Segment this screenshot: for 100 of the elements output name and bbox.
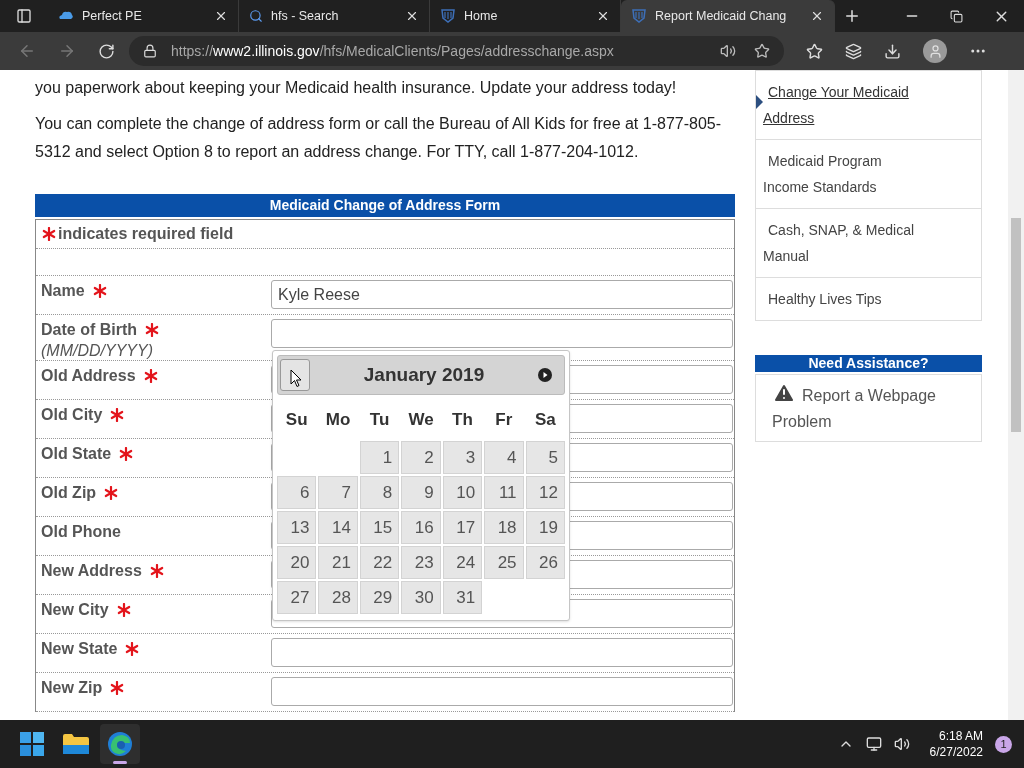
field-label: Old Address [41,366,136,386]
lock-icon [143,44,157,58]
day-cell[interactable]: 14 [318,511,358,544]
restore-icon[interactable] [950,9,963,23]
address-field[interactable]: https://www2.illinois.gov/hfs/MedicalClients/Pages/addresschange.aspx [129,36,784,66]
add-favorite-icon[interactable] [754,43,770,59]
day-cell[interactable]: 30 [401,581,441,614]
downloads-icon[interactable] [884,42,901,60]
clock-time[interactable]: 6:18 AM [938,728,983,744]
field-label: Date of Birth [41,320,137,340]
day-cell[interactable]: 15 [359,511,400,544]
collections-icon[interactable] [845,42,862,60]
day-cell[interactable]: 20 [277,546,317,579]
day-cell[interactable]: 21 [318,546,358,579]
field-label: New Zip [41,678,103,698]
taskbar-app[interactable] [100,724,140,764]
field-label: Old State [41,444,112,464]
day-cell[interactable]: 26 [525,546,565,579]
close-tab-icon[interactable] [596,9,610,23]
required-icon [42,227,56,241]
person-icon [927,43,943,59]
day-cell[interactable]: 2 [401,441,441,474]
day-cell[interactable]: 25 [484,546,524,579]
tab-actions-icon[interactable] [16,8,32,24]
sidebar-link[interactable]: Medicaid Program Income Standards [763,148,931,200]
sidebar-link[interactable]: Cash, SNAP, & Medical Manual [763,217,931,269]
edge-logo-icon [107,731,133,757]
day-cell[interactable]: 23 [401,546,441,579]
volume-icon[interactable] [893,736,910,752]
body-paragraph: you paperwork about keeping your Medicaid health insurance. Update your address today! [35,78,678,98]
day-cell[interactable]: 6 [277,476,317,509]
day-cell[interactable]: 10 [442,476,483,509]
day-cell[interactable]: 29 [359,581,400,614]
field-label: Old Zip [41,483,97,503]
read-aloud-icon[interactable] [720,43,736,59]
day-cell[interactable]: 17 [442,511,483,544]
text-field[interactable] [271,319,733,348]
sidebar-link[interactable]: Change Your Medicaid Address [763,79,931,131]
close-tab-icon[interactable] [810,9,824,23]
day-cell[interactable]: 5 [525,441,565,474]
profile-avatar[interactable] [923,39,947,63]
assistance-header: Need Assistance? [755,355,982,372]
windows-logo-icon [20,732,44,756]
folder-icon [63,733,89,755]
close-tab-icon[interactable] [405,9,419,23]
day-cell[interactable]: 24 [442,546,483,579]
text-field[interactable]: Kyle Reese [271,280,733,309]
weekday-label: Sa [533,409,557,431]
network-icon[interactable] [865,736,882,752]
day-cell[interactable]: 19 [525,511,565,544]
field-label: New Address [41,561,142,581]
tab-title: hfs - Search [271,7,340,25]
back-icon[interactable] [18,42,36,60]
field-label: Name [41,281,85,301]
day-cell[interactable]: 9 [401,476,441,509]
clock-date[interactable]: 6/27/2022 [929,744,983,760]
next-month-icon[interactable] [538,368,552,382]
new-tab-icon[interactable] [843,7,861,25]
forward-icon[interactable] [58,42,76,60]
close-tab-icon[interactable] [214,9,228,23]
weekday-label: Tu [368,409,391,431]
tab-title: Report Medicaid Chang [655,7,788,25]
body-paragraph: You can complete the change of address form or call the Bureau of All Kids for free at 1-877-805-5312 and select Option 8 to report an address change. For TTY, call 1-877-204-1012. [35,114,723,162]
field-label: New City [41,600,109,620]
day-cell[interactable]: 1 [359,441,400,474]
notification-badge[interactable]: 1 [995,735,1012,753]
day-cell[interactable]: 12 [525,476,565,509]
field-label: Old City [41,405,103,425]
required-note: indicates required field [58,224,234,244]
tab-title: Home [464,7,499,25]
day-cell[interactable]: 18 [484,511,524,544]
refresh-icon[interactable] [98,42,115,60]
day-cell[interactable]: 28 [318,581,358,614]
day-cell[interactable]: 13 [277,511,317,544]
day-cell[interactable]: 3 [442,441,483,474]
field-hint: (MM/DD/YYYY) [41,342,154,360]
weekday-label: Mo [324,409,352,431]
seal-icon [440,8,456,24]
day-cell[interactable]: 8 [359,476,400,509]
sidebar-link[interactable]: Healthy Lives Tips [763,286,931,312]
seal-icon [631,8,647,24]
day-cell[interactable]: 11 [484,476,524,509]
favorites-icon[interactable] [806,42,823,60]
text-field[interactable] [271,677,733,706]
day-cell[interactable]: 22 [359,546,400,579]
field-label: Old Phone [41,522,121,542]
form-header: Medicaid Change of Address Form [35,194,735,217]
day-cell[interactable]: 27 [277,581,317,614]
text-field[interactable] [271,638,733,667]
day-cell[interactable]: 7 [318,476,358,509]
weekday-label: Th [451,409,474,431]
browser-tab[interactable]: Report Medicaid Chang [621,0,835,32]
day-cell[interactable]: 4 [484,441,524,474]
weekday-label: Su [284,409,309,431]
day-cell[interactable]: 16 [401,511,441,544]
day-cell[interactable]: 31 [442,581,483,614]
month-title: January 2019 [362,362,486,387]
previous-month-button[interactable] [280,359,310,391]
report-problem-link[interactable]: Report a Webpage Problem [772,381,965,435]
weekday-label: Fr [494,409,514,431]
